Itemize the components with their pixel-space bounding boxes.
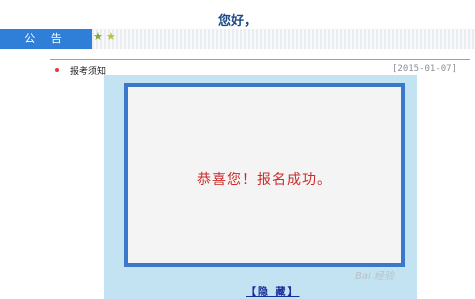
star-icon: ★ <box>93 30 103 43</box>
hide-link[interactable]: 【隐 藏】 <box>246 283 299 298</box>
notice-link[interactable]: 报考须知 <box>70 64 106 77</box>
tab-bar-background <box>92 29 475 49</box>
success-message: 恭喜您！报名成功。 <box>197 172 332 188</box>
watermark-logo: Bai 经验 <box>355 271 394 282</box>
success-popup: 恭喜您！报名成功。 【隐 藏】 <box>104 75 417 299</box>
divider <box>50 59 470 60</box>
tab-announcement[interactable]: 公 告 <box>0 29 92 49</box>
notice-date: [2015-01-07] <box>392 64 458 74</box>
bullet-icon <box>55 68 59 72</box>
popup-content-box: 恭喜您！报名成功。 <box>124 83 405 267</box>
star-icon: ★ <box>106 30 116 43</box>
page-greeting: 您好， <box>217 14 257 29</box>
